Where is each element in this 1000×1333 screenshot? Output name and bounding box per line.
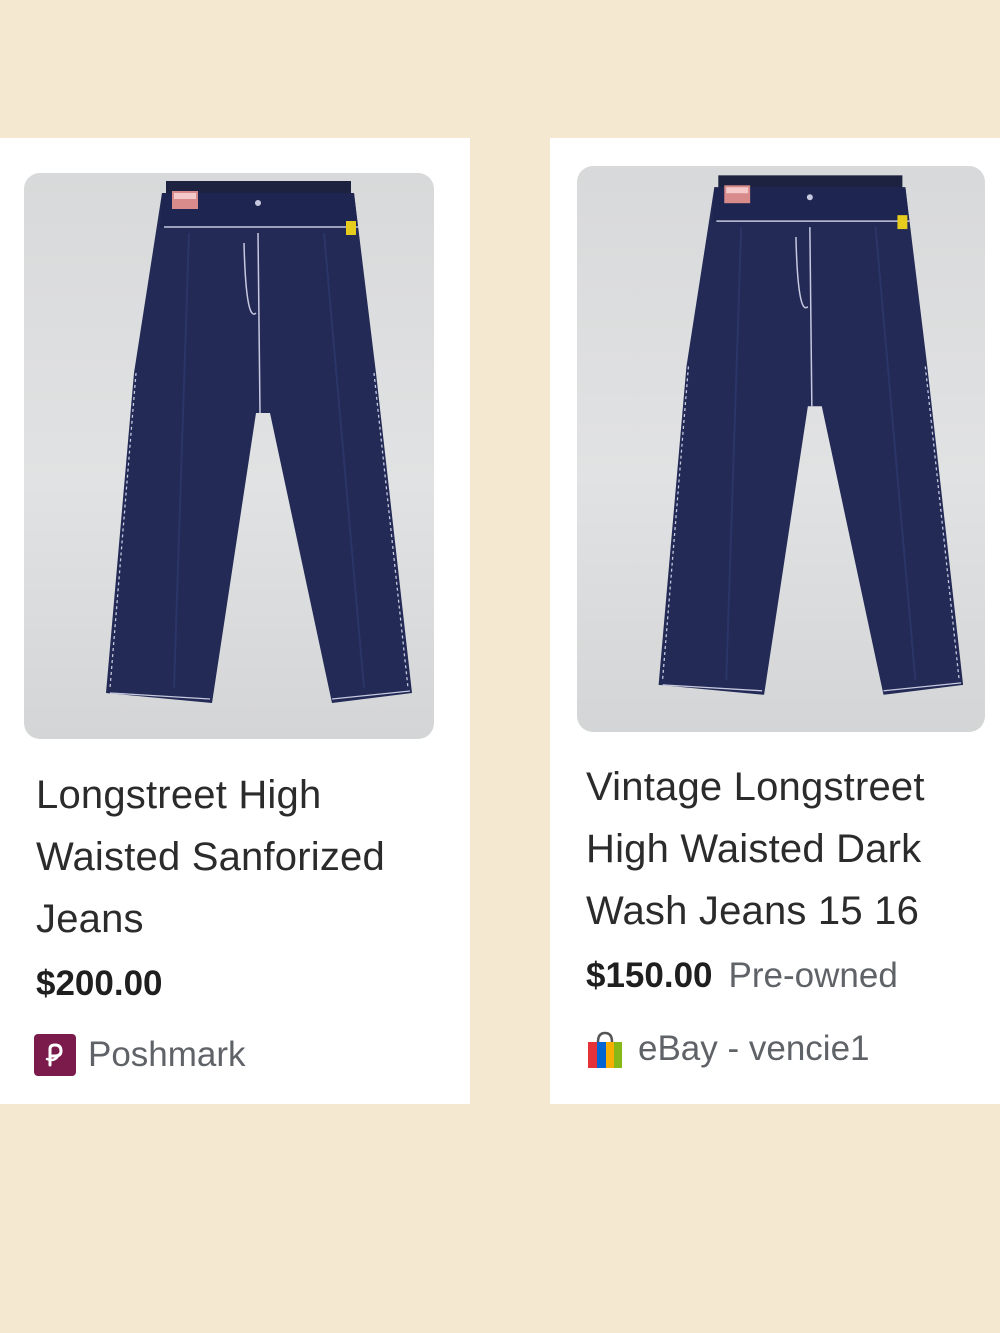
- price: $150.00: [586, 956, 713, 995]
- title-line: Waisted Sanforized: [36, 835, 385, 879]
- seller-info[interactable]: Poshmark: [34, 1034, 246, 1076]
- title-line: Jeans: [36, 897, 144, 941]
- jeans-photo: [24, 173, 434, 739]
- product-image[interactable]: [577, 166, 985, 732]
- price: $200.00: [36, 964, 163, 1003]
- seller-name: Poshmark: [88, 1035, 246, 1074]
- title-line: High Waisted Dark: [586, 827, 922, 871]
- title-line: Wash Jeans 15 16: [586, 889, 920, 933]
- price-row: $200.00: [36, 964, 163, 1004]
- listing-title[interactable]: Longstreet High Waisted Sanforized Jeans: [36, 764, 456, 950]
- listing-card[interactable]: Vintage Longstreet High Waisted Dark Was…: [550, 138, 1000, 1104]
- condition-label: Pre-owned: [728, 956, 898, 995]
- seller-info[interactable]: eBay - vencie1: [584, 1028, 870, 1070]
- jeans-photo: [577, 166, 985, 732]
- title-line: Vintage Longstreet: [586, 765, 925, 809]
- seller-name: eBay - vencie1: [638, 1029, 870, 1068]
- poshmark-logo-icon: [34, 1034, 76, 1076]
- price-row: $150.00 Pre-owned: [586, 956, 898, 996]
- title-line: Longstreet High: [36, 773, 322, 817]
- listing-title[interactable]: Vintage Longstreet High Waisted Dark Was…: [586, 756, 996, 942]
- product-image[interactable]: [24, 173, 434, 739]
- ebay-shopping-bag-icon: [588, 1031, 622, 1068]
- listing-card[interactable]: Longstreet High Waisted Sanforized Jeans…: [0, 138, 470, 1104]
